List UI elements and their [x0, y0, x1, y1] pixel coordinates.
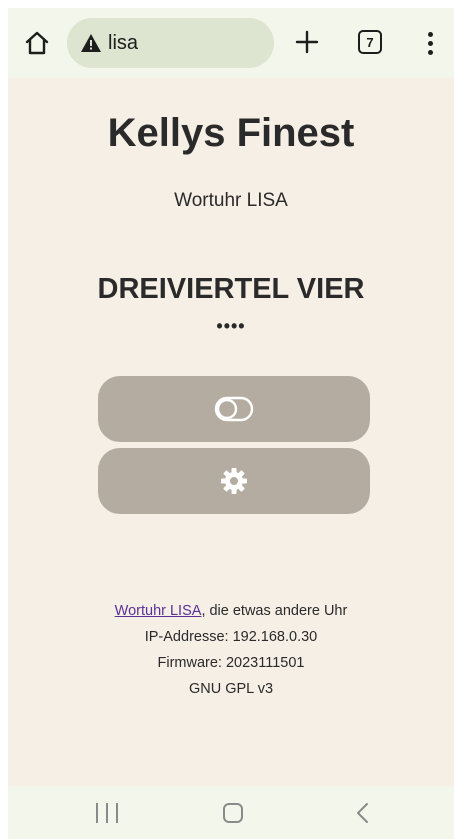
recent-bar	[106, 803, 108, 823]
ip-address: IP-Addresse: 192.168.0.30	[144, 629, 318, 645]
footer-line-about: Wortuhr LISA, die etwas andere Uhr	[8, 598, 454, 624]
tab-switcher-button[interactable]: 7	[358, 30, 382, 54]
warning-icon[interactable]	[80, 32, 102, 54]
toggle-icon	[214, 396, 254, 422]
home-button[interactable]	[22, 28, 52, 58]
menu-dot	[427, 49, 433, 55]
home-icon	[25, 31, 49, 55]
license: GNU GPL v3	[188, 681, 274, 697]
project-link-suffix: , die etwas andere Uhr	[201, 603, 348, 619]
back-icon[interactable]	[353, 801, 373, 825]
url-text[interactable]: lisa	[108, 30, 138, 56]
nav-home-icon[interactable]	[223, 803, 243, 823]
address-bar[interactable]: lisa	[67, 18, 274, 68]
settings-button[interactable]	[98, 448, 370, 514]
toggle-button[interactable]	[98, 376, 370, 442]
tab-count: 7	[366, 34, 374, 50]
recent-apps-icon[interactable]	[96, 803, 118, 823]
more-vert-icon[interactable]	[418, 28, 442, 58]
recent-bar	[116, 803, 118, 823]
recent-bar	[96, 803, 98, 823]
menu-dot	[427, 40, 433, 46]
menu-dot	[427, 31, 433, 37]
project-link[interactable]: Wortuhr LISA	[115, 603, 202, 619]
browser-toolbar: lisa 7	[8, 8, 454, 78]
page-subtitle: Wortuhr LISA	[174, 190, 288, 211]
phone-screen: lisa 7 Kellys Finest Wortuhr LISA DREIVI…	[8, 8, 454, 839]
plus-icon	[295, 30, 319, 54]
new-tab-button[interactable]	[292, 26, 322, 58]
time-words: DREIVIERTEL VIER	[97, 273, 365, 305]
footer-info: Wortuhr LISA, die etwas andere Uhr IP-Ad…	[8, 598, 454, 702]
minute-dots: ••••	[216, 316, 246, 336]
firmware-version: Firmware: 2023111501	[157, 655, 305, 671]
system-navbar	[8, 786, 454, 839]
gear-icon	[221, 468, 247, 494]
page-title: Kellys Finest	[107, 111, 355, 155]
